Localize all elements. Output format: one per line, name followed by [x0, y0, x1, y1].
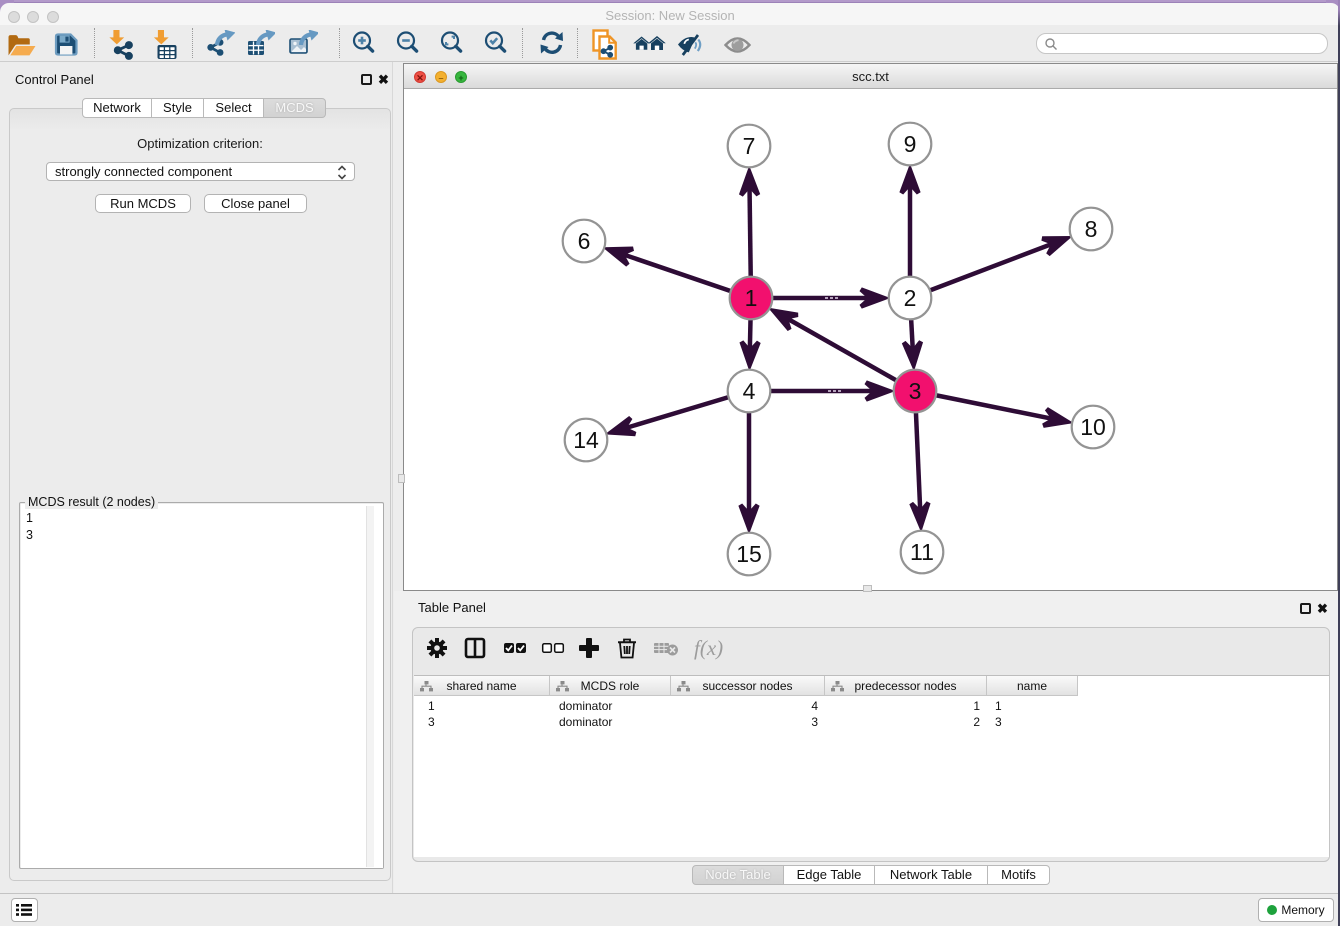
svg-text:10: 10: [1080, 414, 1106, 440]
svg-text:15: 15: [736, 541, 762, 567]
svg-text:9: 9: [904, 131, 917, 157]
svg-text:4: 4: [743, 378, 756, 404]
svg-text:8: 8: [1085, 216, 1098, 242]
svg-text:1: 1: [745, 285, 758, 311]
svg-text:11: 11: [910, 539, 934, 565]
svg-text:2: 2: [904, 285, 917, 311]
svg-text:6: 6: [578, 228, 591, 254]
svg-text:3: 3: [909, 378, 922, 404]
svg-text:7: 7: [743, 133, 756, 159]
svg-text:14: 14: [573, 427, 599, 453]
